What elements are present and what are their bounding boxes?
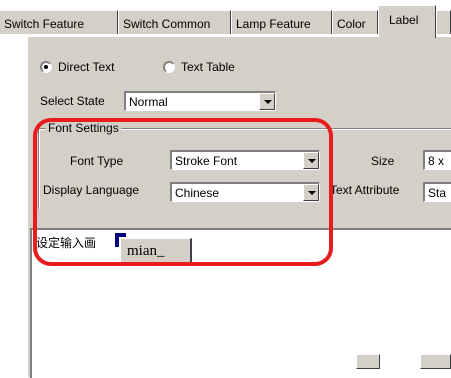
dropdown-button[interactable] [303, 152, 319, 169]
size-value: 8 x [428, 154, 445, 168]
tab-label[interactable]: Label [378, 5, 436, 38]
direct-text-radio[interactable] [40, 61, 52, 73]
label-text-content: 设定输入画 [36, 236, 97, 250]
tab-label: Color [337, 17, 366, 31]
select-state-dropdown[interactable]: Normal [124, 91, 276, 111]
tab-label: Switch Common [123, 17, 211, 31]
text-table-label: Text Table [181, 60, 235, 74]
chevron-down-icon [264, 100, 272, 104]
tab-label-text: Label [389, 13, 419, 27]
font-settings-group-label: Font Settings [46, 121, 121, 135]
size-label: Size [371, 154, 395, 168]
tab-switch-feature[interactable]: Switch Feature [0, 10, 118, 34]
text-attribute-label: Text Attribute [330, 183, 400, 197]
dropdown-button[interactable] [303, 184, 319, 201]
tab-overflow[interactable] [436, 10, 451, 34]
scroll-left-button[interactable] [356, 354, 380, 369]
chevron-down-icon [308, 159, 316, 163]
display-language-dropdown[interactable]: Chinese [170, 182, 320, 202]
font-type-value: Stroke Font [175, 154, 238, 168]
font-type-label: Font Type [70, 154, 124, 168]
scroll-right-button[interactable] [420, 354, 451, 369]
dropdown-button[interactable] [259, 93, 275, 110]
tab-lamp-feature[interactable]: Lamp Feature [231, 10, 332, 34]
display-language-value: Chinese [175, 186, 220, 200]
text-table-radio[interactable] [163, 61, 175, 73]
text-attribute-dropdown[interactable]: Sta [423, 182, 451, 202]
radio-selected-dot [44, 65, 48, 69]
display-language-label: Display Language [43, 183, 140, 197]
ime-composition-window: mian_ [120, 238, 192, 266]
select-state-value: Normal [129, 95, 168, 109]
tab-switch-common[interactable]: Switch Common [118, 10, 231, 34]
tab-label: Switch Feature [4, 17, 85, 31]
size-dropdown[interactable]: 8 x [423, 150, 451, 170]
direct-text-label: Direct Text [58, 60, 115, 74]
font-type-dropdown[interactable]: Stroke Font [170, 150, 320, 170]
ime-composition-text: mian_ [127, 243, 165, 259]
select-state-label: Select State [40, 94, 105, 108]
chevron-down-icon [308, 191, 316, 195]
tab-label: Lamp Feature [236, 17, 311, 31]
text-attribute-value: Sta [428, 186, 447, 200]
tab-color[interactable]: Color [332, 10, 378, 34]
